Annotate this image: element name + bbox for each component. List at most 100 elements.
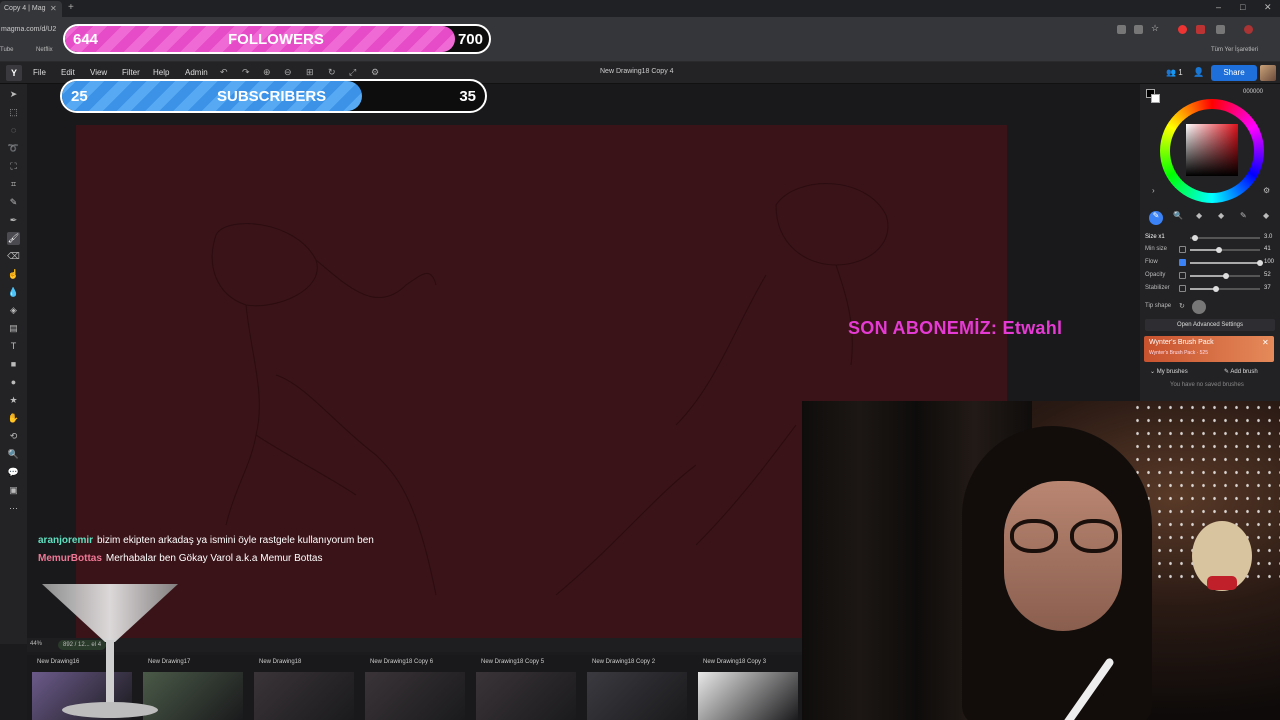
hex-value[interactable]: 000000 [1243,89,1263,95]
pressure-toggle[interactable] [1179,285,1186,292]
refresh-icon[interactable]: ↻ [1179,302,1185,310]
expand-icon[interactable]: › [1152,186,1155,195]
menu-view[interactable]: View [90,68,107,77]
minimize-icon[interactable]: – [1216,2,1221,12]
brush-icon[interactable]: 🖌 [7,232,20,245]
lasso-icon[interactable]: ➰ [7,142,20,155]
close-icon[interactable]: ✕ [1262,338,1269,347]
share-button[interactable]: Share [1211,65,1257,81]
brush-preset-6-icon[interactable]: ◆ [1263,211,1269,220]
size-value[interactable]: 3.0 [1264,234,1272,240]
followers-label: FOLLOWERS [228,30,324,48]
menu-admin[interactable]: Admin [185,68,208,77]
pencil-icon[interactable]: ✎ [7,196,20,209]
rect-select-icon[interactable]: ⬚ [7,106,20,119]
tip-shape-preview[interactable] [1192,300,1206,314]
users-indicator[interactable]: 👥 1 [1166,68,1183,77]
shape-icon[interactable]: ★ [7,394,20,407]
pressure-toggle[interactable] [1179,246,1186,253]
star-icon[interactable]: ☆ [1151,23,1160,33]
setting-slider[interactable] [1190,273,1260,279]
pressure-toggle[interactable] [1179,259,1186,266]
my-brushes-toggle[interactable]: ⌄ My brushes [1150,368,1188,375]
eraser-icon[interactable]: ⌫ [7,250,20,263]
profile-icon[interactable] [1244,25,1253,34]
more-icon[interactable]: ⋯ [7,502,20,515]
drawing-thumbnail[interactable]: New Drawing18 [249,659,354,720]
url-field[interactable]: magma.com/d/U2 [1,26,56,33]
pen-icon[interactable]: ✒ [7,214,20,227]
bookmark-netflix[interactable]: Netflix [36,47,53,53]
puzzle-icon[interactable] [1216,25,1225,34]
color-settings-icon[interactable]: ⚙ [1263,186,1270,195]
transform-icon[interactable]: ⛶ [7,160,20,173]
setting-value[interactable]: 100 [1264,259,1274,265]
ellipse-icon[interactable]: ● [7,376,20,389]
advanced-settings-button[interactable]: Open Advanced Settings [1145,319,1275,331]
brush-preset-2-icon[interactable]: 🔍 [1173,211,1183,220]
setting-value[interactable]: 52 [1264,272,1271,278]
brush-pack-card[interactable]: Wynter's Brush Pack Wynter's Brush Pack … [1144,336,1274,362]
color-square[interactable] [1186,124,1238,176]
drawing-thumbnail[interactable]: New Drawing18 Copy 5 [471,659,576,720]
zoom-out-icon[interactable]: ⊖ [284,67,292,78]
zoom-tool-icon[interactable]: 🔍 [7,448,20,461]
brush-preset-3-icon[interactable]: ◆ [1196,211,1202,220]
add-brush-button[interactable]: ✎ Add brush [1224,368,1258,375]
cast-icon[interactable] [1134,25,1143,34]
window-close-icon[interactable]: ✕ [1264,2,1272,13]
setting-value[interactable]: 41 [1264,246,1271,252]
app-logo[interactable]: Y [6,65,22,81]
thumbnail-label: New Drawing18 [259,659,302,665]
menu-file[interactable]: File [33,68,46,77]
setting-slider[interactable] [1190,247,1260,253]
pressure-toggle[interactable] [1179,272,1186,279]
circle-select-icon[interactable]: ◌ [7,124,20,137]
drawing-thumbnail[interactable]: New Drawing18 Copy 6 [360,659,465,720]
close-icon[interactable]: ✕ [50,4,57,13]
size-slider[interactable] [1190,235,1260,241]
brush-preset-5-icon[interactable]: ✎ [1240,211,1247,220]
setting-slider[interactable] [1190,286,1260,292]
crop-icon[interactable]: ⌗ [7,178,20,191]
drawing-thumbnail[interactable]: New Drawing18 Copy 2 [582,659,687,720]
rectangle-icon[interactable]: ■ [7,358,20,371]
drawing-thumbnail[interactable]: New Drawing18 Copy 3 [693,659,798,720]
rotate-view-icon[interactable]: ⟲ [7,430,20,443]
bookmark-youtube[interactable]: Tube [0,47,13,53]
setting-value[interactable]: 37 [1264,285,1271,291]
undo-icon[interactable]: ↶ [220,67,228,78]
reference-icon[interactable]: ▣ [7,484,20,497]
menu-filter[interactable]: Filter [122,68,140,77]
gradient-icon[interactable]: ▤ [7,322,20,335]
fullscreen-icon[interactable]: ⤢ [349,67,356,78]
all-bookmarks[interactable]: Tüm Yer İşaretleri [1211,47,1258,53]
browser-tab[interactable]: Copy 4 | Mag ✕ [0,1,62,17]
record-icon[interactable] [1178,25,1187,34]
followers-goal-bar: 644 FOLLOWERS 700 [63,24,491,54]
move-tool-icon[interactable]: ➤ [7,88,20,101]
fill-icon[interactable]: ◈ [7,304,20,317]
zoom-in-icon[interactable]: ⊕ [263,67,271,78]
fit-icon[interactable]: ⊞ [306,67,314,78]
hand-icon[interactable]: ✋ [7,412,20,425]
translate-icon[interactable] [1117,25,1126,34]
add-user-icon[interactable]: 👤 [1193,67,1204,78]
redo-icon[interactable]: ↷ [242,67,250,78]
background-color-swatch[interactable] [1151,94,1160,103]
extension-icon[interactable] [1196,25,1205,34]
settings-icon[interactable]: ⚙ [371,67,379,78]
comment-icon[interactable]: 💬 [7,466,20,479]
setting-slider[interactable] [1190,260,1263,266]
menu-edit[interactable]: Edit [61,68,75,77]
new-tab-icon[interactable]: + [68,2,74,13]
brush-preset-4-icon[interactable]: ◆ [1218,211,1224,220]
rotate-icon[interactable]: ↻ [328,67,336,78]
avatar[interactable] [1260,65,1276,81]
blur-icon[interactable]: 💧 [7,286,20,299]
text-tool-icon[interactable]: T [7,340,20,353]
brush-preset-1-icon[interactable]: ✎ [1149,211,1163,225]
maximize-icon[interactable]: □ [1240,2,1245,12]
menu-help[interactable]: Help [153,68,169,77]
smudge-icon[interactable]: ☝ [7,268,20,281]
